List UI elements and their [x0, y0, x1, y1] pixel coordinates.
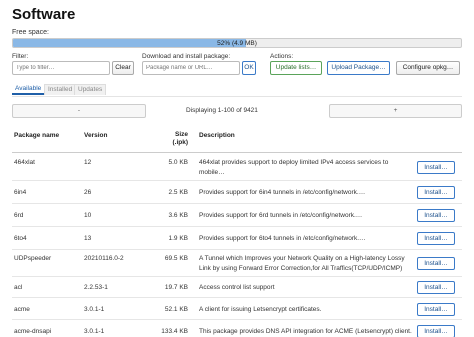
package-description: Provides support for 6rd tunnels in /etc…	[199, 212, 363, 219]
install-button[interactable]: Install…	[417, 257, 455, 270]
upload-package-button[interactable]: Upload Package…	[327, 61, 390, 75]
package-size: 52.1 KB	[164, 306, 188, 313]
package-description: Provides support for 6in4 tunnels in /et…	[199, 189, 366, 196]
update-lists-button[interactable]: Update lists…	[270, 61, 322, 75]
package-size: 5.0 KB	[168, 159, 188, 166]
clear-button[interactable]: Clear	[112, 61, 134, 75]
actions-label: Actions:	[270, 53, 294, 60]
pagination-status: Displaying 1-100 of 9421	[186, 107, 258, 114]
package-version: 26	[84, 189, 92, 196]
package-name: acl	[14, 284, 23, 291]
previous-page-button[interactable]: -	[12, 104, 146, 118]
install-button[interactable]: Install…	[417, 209, 455, 222]
filter-label: Filter:	[12, 53, 29, 60]
package-version: 12	[84, 159, 92, 166]
package-description: Provides support for 6to4 tunnels in /et…	[199, 235, 366, 242]
table-row: 6to4 13 1.9 KB Provides support for 6to4 tu…	[12, 227, 462, 250]
package-description: A client for issuing Letsencrypt certifi…	[199, 306, 322, 313]
ok-button[interactable]: OK	[242, 61, 256, 75]
next-page-button[interactable]: +	[329, 104, 462, 118]
package-size: 3.6 KB	[168, 212, 188, 219]
install-button[interactable]: Install…	[417, 325, 455, 337]
package-version: 13	[84, 235, 92, 242]
package-description-line2: mobile…	[199, 169, 225, 176]
package-description: This package provides DNS API integratio…	[199, 328, 412, 335]
package-version: 10	[84, 212, 92, 219]
install-button[interactable]: Install…	[417, 232, 455, 245]
package-version: 2.2.53-1	[84, 284, 108, 291]
page-title: Software	[12, 6, 76, 23]
configure-opkg-button[interactable]: Configure opkg…	[396, 61, 460, 75]
table-row: UDPspeeder 20210116.0-2 69.5 KB A Tunnel wh…	[12, 250, 462, 277]
package-version: 20210116.0-2	[84, 255, 124, 262]
install-button[interactable]: Install…	[417, 303, 455, 316]
column-header-name: Package name	[14, 132, 60, 139]
download-label: Download and install package:	[142, 53, 231, 60]
package-description: 464xlat provides support to deploy limit…	[199, 159, 389, 166]
table-row: acl 2.2.53-1 19.7 KB Access control list su…	[12, 277, 462, 298]
column-header-size: Size (.ipk)	[172, 131, 188, 146]
table-row: 6in4 26 2.5 KB Provides support for 6in4 tu…	[12, 181, 462, 204]
package-description-line2: Link by using Forward Error Correction,f…	[199, 265, 403, 272]
table-row: 6rd 10 3.6 KB Provides support for 6rd tunn…	[12, 204, 462, 227]
table-row: acme 3.0.1-1 52.1 KB A client for issuing L…	[12, 298, 462, 320]
install-button[interactable]: Install…	[417, 186, 455, 199]
package-name: 6rd	[14, 212, 24, 219]
column-header-description: Description	[199, 132, 235, 139]
column-header-version: Version	[84, 132, 108, 139]
package-description: Access control list support	[199, 284, 275, 291]
tab-updates[interactable]: Updates	[74, 84, 107, 95]
table-row: 464xlat 12 5.0 KB 464xlat provides support …	[12, 154, 462, 181]
package-name: 6in4	[14, 189, 27, 196]
package-name: 6to4	[14, 235, 27, 242]
package-size: 2.5 KB	[168, 189, 188, 196]
free-space-bar: 52% (4.9 MB)	[12, 38, 462, 48]
free-space-text: 52% (4.9 MB)	[217, 40, 257, 47]
tab-divider	[12, 96, 462, 97]
filter-input[interactable]	[12, 61, 110, 75]
package-name: acme-dnsapi	[14, 328, 52, 335]
package-name: 464xlat	[14, 159, 35, 166]
package-size: 69.5 KB	[164, 255, 188, 262]
package-version: 3.0.1-1	[84, 306, 105, 313]
package-size: 133.4 KB	[161, 328, 188, 335]
package-version: 3.0.1-1	[84, 328, 105, 335]
package-size: 1.9 KB	[168, 235, 188, 242]
install-button[interactable]: Install…	[417, 161, 455, 174]
table-header: Package name Version Size (.ipk) Descrip…	[12, 125, 462, 153]
package-url-input[interactable]	[142, 61, 240, 75]
package-name: acme	[14, 306, 30, 313]
tab-available[interactable]: Available	[12, 84, 45, 95]
table-row: acme-dnsapi 3.0.1-1 133.4 KB This package p…	[12, 320, 462, 337]
free-space-label: Free space:	[12, 29, 49, 36]
package-description: A Tunnel which Improves your Network Qua…	[199, 255, 405, 262]
tab-installed[interactable]: Installed	[44, 84, 77, 95]
package-size: 19.7 KB	[164, 284, 188, 291]
package-name: UDPspeeder	[14, 255, 52, 262]
install-button[interactable]: Install…	[417, 281, 455, 294]
